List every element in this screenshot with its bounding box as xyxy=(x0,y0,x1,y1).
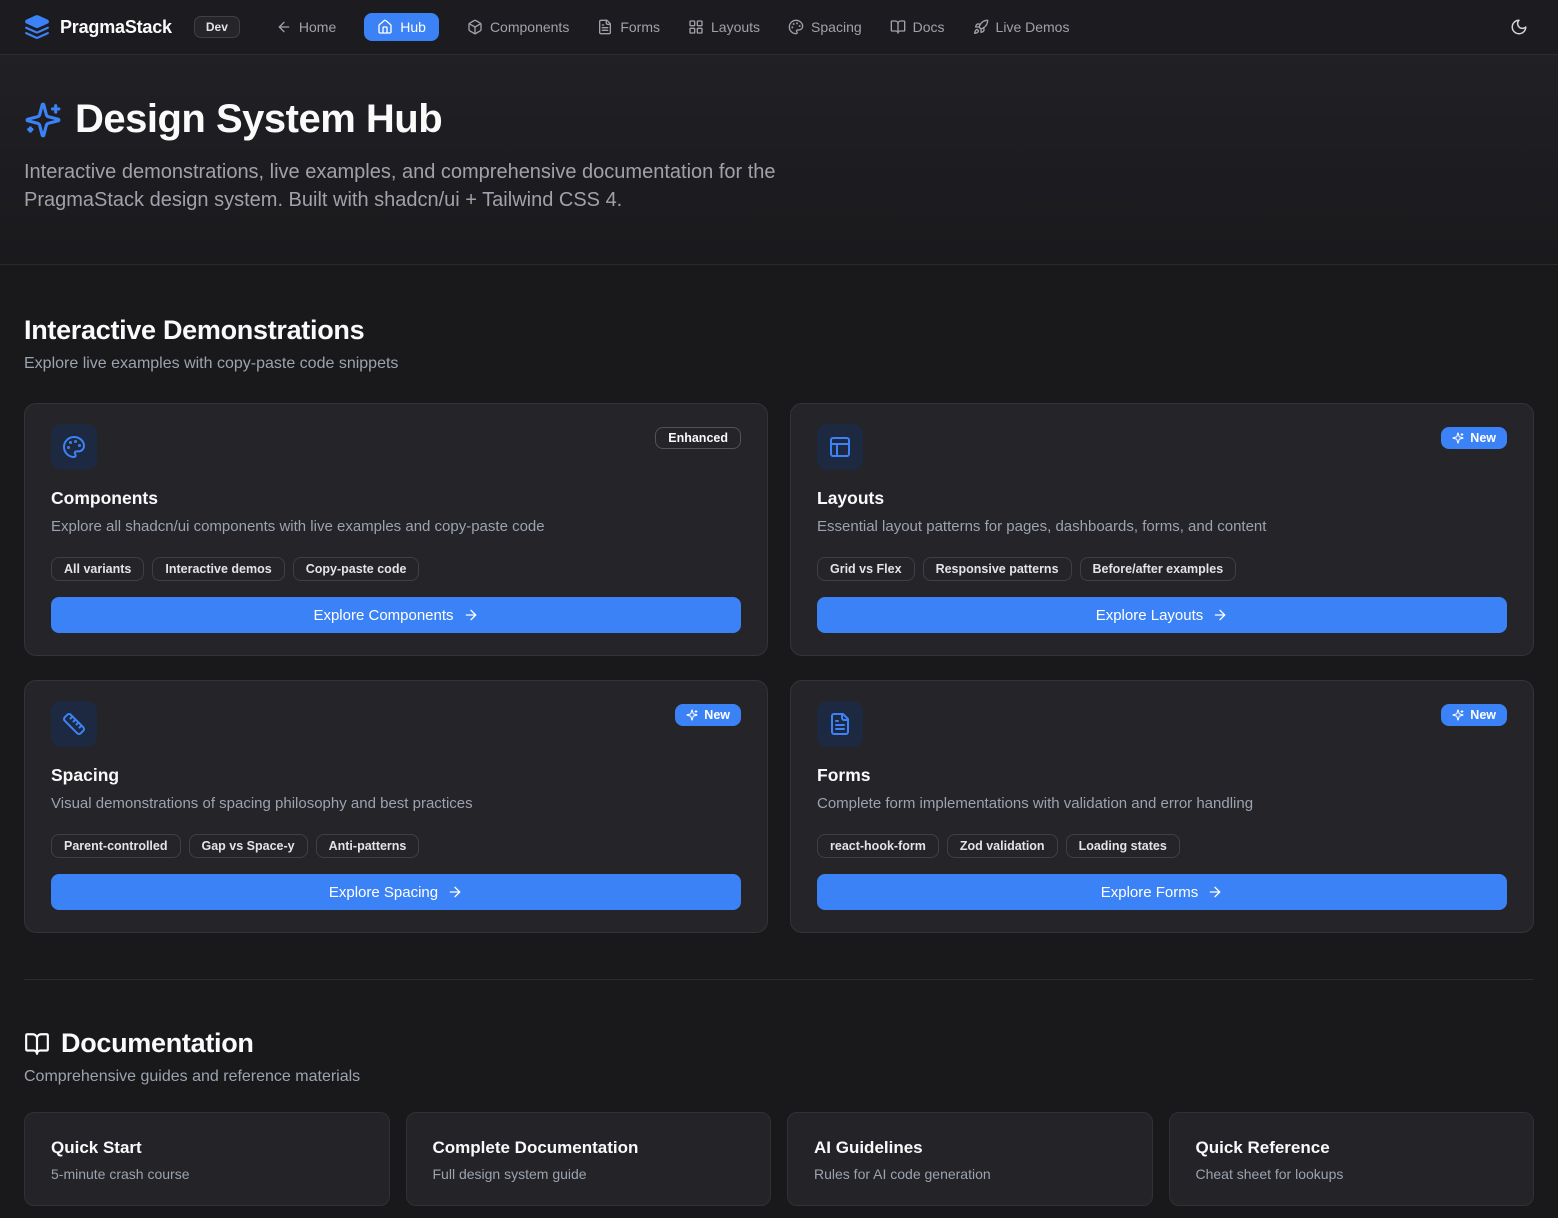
tag-list: react-hook-form Zod validation Loading s… xyxy=(817,834,1507,858)
hero-section: Design System Hub Interactive demonstrat… xyxy=(0,55,1558,265)
sparkles-icon xyxy=(1452,432,1464,444)
ruler-icon xyxy=(51,701,97,747)
card-description: Visual demonstrations of spacing philoso… xyxy=(51,795,741,812)
doc-card-quick-start[interactable]: Quick Start 5-minute crash course xyxy=(24,1112,390,1206)
nav-item-components[interactable]: Components xyxy=(467,19,569,35)
tag-list: Grid vs Flex Responsive patterns Before/… xyxy=(817,557,1507,581)
nav-item-home[interactable]: Home xyxy=(276,19,336,35)
doc-card-title: AI Guidelines xyxy=(814,1138,1126,1158)
palette-icon xyxy=(788,19,804,35)
doc-card-description: 5-minute crash course xyxy=(51,1166,363,1182)
doc-card-description: Rules for AI code generation xyxy=(814,1166,1126,1182)
house-icon xyxy=(377,19,393,35)
doc-card-title: Quick Start xyxy=(51,1138,363,1158)
file-text-icon xyxy=(597,19,613,35)
card-title: Components xyxy=(51,488,741,509)
docs-section: Documentation Comprehensive guides and r… xyxy=(24,1028,1534,1206)
doc-card-title: Complete Documentation xyxy=(433,1138,745,1158)
rocket-icon xyxy=(973,19,989,35)
nav-item-docs[interactable]: Docs xyxy=(890,19,945,35)
doc-card-description: Cheat sheet for lookups xyxy=(1196,1166,1508,1182)
doc-card-quick-reference[interactable]: Quick Reference Cheat sheet for lookups xyxy=(1169,1112,1535,1206)
explore-spacing-button[interactable]: Explore Spacing xyxy=(51,874,741,910)
new-badge: New xyxy=(675,704,741,726)
demo-card-spacing: New Spacing Visual demonstrations of spa… xyxy=(24,680,768,933)
book-open-icon xyxy=(890,19,906,35)
nav-item-layouts[interactable]: Layouts xyxy=(688,19,760,35)
arrow-right-icon xyxy=(463,607,479,623)
tag: Copy-paste code xyxy=(293,557,420,581)
tag: Zod validation xyxy=(947,834,1058,858)
topbar: PragmaStack Dev Home Hub Components xyxy=(0,0,1558,55)
layout-panels-icon xyxy=(817,424,863,470)
card-title: Spacing xyxy=(51,765,741,786)
card-title: Forms xyxy=(817,765,1507,786)
arrow-right-icon xyxy=(1207,884,1223,900)
demo-card-layouts: New Layouts Essential layout patterns fo… xyxy=(790,403,1534,656)
demo-card-components: Enhanced Components Explore all shadcn/u… xyxy=(24,403,768,656)
new-badge: New xyxy=(1441,427,1507,449)
docs-subheading: Comprehensive guides and reference mater… xyxy=(24,1068,1534,1086)
tag: Interactive demos xyxy=(152,557,284,581)
demos-heading: Interactive Demonstrations xyxy=(24,315,1534,346)
tag: Responsive patterns xyxy=(923,557,1072,581)
doc-card-complete-documentation[interactable]: Complete Documentation Full design syste… xyxy=(406,1112,772,1206)
sparkles-icon xyxy=(24,101,62,139)
tag-list: Parent-controlled Gap vs Space-y Anti-pa… xyxy=(51,834,741,858)
tag: Grid vs Flex xyxy=(817,557,915,581)
status-badge: Enhanced xyxy=(655,427,741,449)
brand: PragmaStack Dev xyxy=(24,14,240,40)
brand-name: PragmaStack xyxy=(60,17,172,38)
book-open-icon xyxy=(24,1031,50,1057)
card-description: Complete form implementations with valid… xyxy=(817,795,1507,812)
page-description: Interactive demonstrations, live example… xyxy=(24,158,779,215)
section-divider xyxy=(24,979,1534,980)
arrow-left-icon xyxy=(276,19,292,35)
doc-card-ai-guidelines[interactable]: AI Guidelines Rules for AI code generati… xyxy=(787,1112,1153,1206)
explore-layouts-button[interactable]: Explore Layouts xyxy=(817,597,1507,633)
tag: Gap vs Space-y xyxy=(189,834,308,858)
main-nav: Home Hub Components Forms Layouts xyxy=(276,13,1070,41)
docs-heading: Documentation xyxy=(24,1028,1534,1059)
nav-item-spacing[interactable]: Spacing xyxy=(788,19,862,35)
nav-item-hub[interactable]: Hub xyxy=(364,13,439,41)
sparkles-icon xyxy=(686,709,698,721)
demos-section-head: Interactive Demonstrations Explore live … xyxy=(24,315,1534,373)
nav-item-live-demos[interactable]: Live Demos xyxy=(973,19,1070,35)
arrow-right-icon xyxy=(447,884,463,900)
demo-card-forms: New Forms Complete form implementations … xyxy=(790,680,1534,933)
explore-components-button[interactable]: Explore Components xyxy=(51,597,741,633)
file-text-icon xyxy=(817,701,863,747)
main-content: Interactive Demonstrations Explore live … xyxy=(0,315,1558,1206)
page-title: Design System Hub xyxy=(75,97,442,142)
card-description: Explore all shadcn/ui components with li… xyxy=(51,518,741,535)
explore-forms-button[interactable]: Explore Forms xyxy=(817,874,1507,910)
tag: All variants xyxy=(51,557,144,581)
card-title: Layouts xyxy=(817,488,1507,509)
layers-logo-icon xyxy=(24,14,50,40)
demo-card-grid: Enhanced Components Explore all shadcn/u… xyxy=(24,403,1534,933)
card-description: Essential layout patterns for pages, das… xyxy=(817,518,1507,535)
tag: Loading states xyxy=(1066,834,1180,858)
tag-list: All variants Interactive demos Copy-past… xyxy=(51,557,741,581)
tag: Parent-controlled xyxy=(51,834,181,858)
doc-card-description: Full design system guide xyxy=(433,1166,745,1182)
tag: Anti-patterns xyxy=(316,834,420,858)
docs-card-grid: Quick Start 5-minute crash course Comple… xyxy=(24,1112,1534,1206)
layout-grid-icon xyxy=(688,19,704,35)
arrow-right-icon xyxy=(1212,607,1228,623)
moon-icon xyxy=(1510,18,1528,36)
box-icon xyxy=(467,19,483,35)
new-badge: New xyxy=(1441,704,1507,726)
demos-subheading: Explore live examples with copy-paste co… xyxy=(24,355,1534,373)
doc-card-title: Quick Reference xyxy=(1196,1138,1508,1158)
palette-icon xyxy=(51,424,97,470)
tag: Before/after examples xyxy=(1080,557,1237,581)
nav-item-forms[interactable]: Forms xyxy=(597,19,660,35)
env-badge: Dev xyxy=(194,16,240,38)
theme-toggle-button[interactable] xyxy=(1504,12,1534,42)
tag: react-hook-form xyxy=(817,834,939,858)
sparkles-icon xyxy=(1452,709,1464,721)
